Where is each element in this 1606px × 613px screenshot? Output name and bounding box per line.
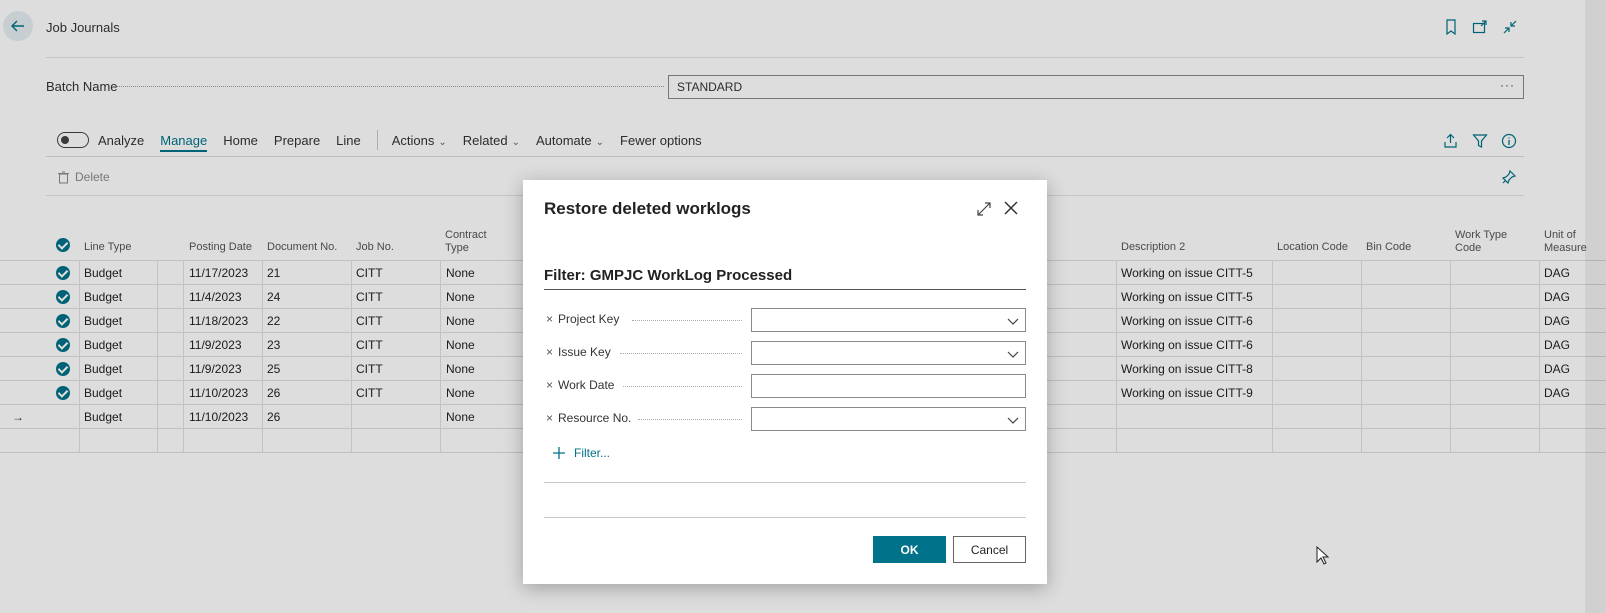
add-filter-link[interactable]: Filter... bbox=[552, 446, 610, 460]
issue-key-input[interactable] bbox=[751, 341, 1026, 365]
resource-no-input[interactable] bbox=[751, 407, 1026, 431]
chevron-down-icon[interactable] bbox=[1007, 315, 1019, 327]
close-icon[interactable] bbox=[1001, 198, 1021, 218]
cancel-button[interactable]: Cancel bbox=[953, 536, 1026, 563]
issue-key-label: Issue Key bbox=[558, 345, 611, 359]
filter-row-work-date: × Work Date bbox=[544, 374, 1026, 398]
job-journals-page: Job Journals Batch Name STANDARD ··· Ana… bbox=[0, 0, 1606, 613]
filter-row-project-key: × Project Key bbox=[544, 308, 1026, 332]
add-filter-label: Filter... bbox=[574, 446, 611, 460]
project-key-label: Project Key bbox=[558, 312, 620, 326]
chevron-down-icon[interactable] bbox=[1007, 414, 1019, 426]
remove-filter-icon[interactable]: × bbox=[546, 411, 553, 425]
plus-icon bbox=[552, 446, 566, 460]
dialog-divider bbox=[544, 482, 1026, 483]
project-key-input[interactable] bbox=[751, 308, 1026, 332]
field-leader bbox=[632, 320, 742, 321]
mouse-cursor-icon bbox=[1316, 545, 1330, 566]
filter-heading: Filter: GMPJC WorkLog Processed bbox=[544, 267, 1026, 290]
filter-row-issue-key: × Issue Key bbox=[544, 341, 1026, 365]
remove-filter-icon[interactable]: × bbox=[546, 378, 553, 392]
dialog-title: Restore deleted worklogs bbox=[544, 199, 751, 218]
restore-worklogs-dialog: Restore deleted worklogs Filter: GMPJC W… bbox=[523, 180, 1047, 584]
field-leader bbox=[638, 419, 742, 420]
dialog-divider bbox=[544, 517, 1026, 518]
filter-row-resource-no: × Resource No. bbox=[544, 407, 1026, 431]
remove-filter-icon[interactable]: × bbox=[546, 345, 553, 359]
field-leader bbox=[623, 386, 742, 387]
expand-icon[interactable] bbox=[975, 200, 993, 218]
ok-button[interactable]: OK bbox=[873, 536, 946, 563]
chevron-down-icon[interactable] bbox=[1007, 348, 1019, 360]
field-leader bbox=[620, 353, 742, 354]
page-scrollbar[interactable] bbox=[1585, 0, 1606, 613]
work-date-input[interactable] bbox=[751, 374, 1026, 398]
resource-no-label: Resource No. bbox=[558, 411, 632, 425]
remove-filter-icon[interactable]: × bbox=[546, 312, 553, 326]
work-date-label: Work Date bbox=[558, 378, 615, 392]
